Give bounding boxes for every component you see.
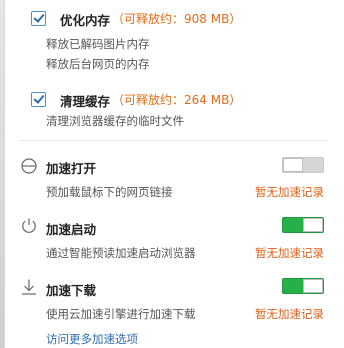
optimize-memory-title: 优化内存 [60,13,111,28]
clear-cache-amount: （可释放约：264 MB） [112,93,242,107]
power-off-icon [21,158,37,174]
window-left-edge [0,0,5,348]
accelerate-download-toggle[interactable] [282,278,324,294]
power-icon [22,218,36,233]
accelerate-startup-title: 加速启动 [46,222,97,237]
accelerate-open-record[interactable]: 暂无加速记录 [255,184,324,200]
optimize-memory-desc-1: 释放已解码图片内存 [46,37,150,51]
accelerate-startup-record[interactable]: 暂无加速记录 [255,245,324,261]
more-accelerate-options-link[interactable]: 访问更多加速选项 [46,331,138,347]
download-icon [22,279,36,295]
accelerate-startup-toggle[interactable] [282,217,324,233]
clear-cache-title: 清理缓存 [60,94,111,109]
clear-cache-checkbox[interactable] [31,92,46,107]
optimize-memory-checkbox[interactable] [31,11,46,26]
clear-cache-desc: 清理浏览器缓存的临时文件 [46,114,184,128]
section-divider [19,140,328,141]
accelerate-startup-desc: 通过智能预读加速启动浏览器 [46,246,196,260]
accelerate-download-desc: 使用云加速引擎进行加速下载 [46,307,196,321]
accelerate-open-title: 加速打开 [46,161,97,176]
optimize-memory-amount: （可释放约：908 MB） [112,12,242,26]
optimize-memory-desc-2: 释放后台网页的内存 [46,57,150,71]
accelerate-download-record[interactable]: 暂无加速记录 [255,306,324,322]
accelerate-open-desc: 预加载鼠标下的网页链接 [46,185,173,199]
accelerate-download-title: 加速下载 [46,283,97,298]
accelerate-open-toggle[interactable] [282,157,324,173]
